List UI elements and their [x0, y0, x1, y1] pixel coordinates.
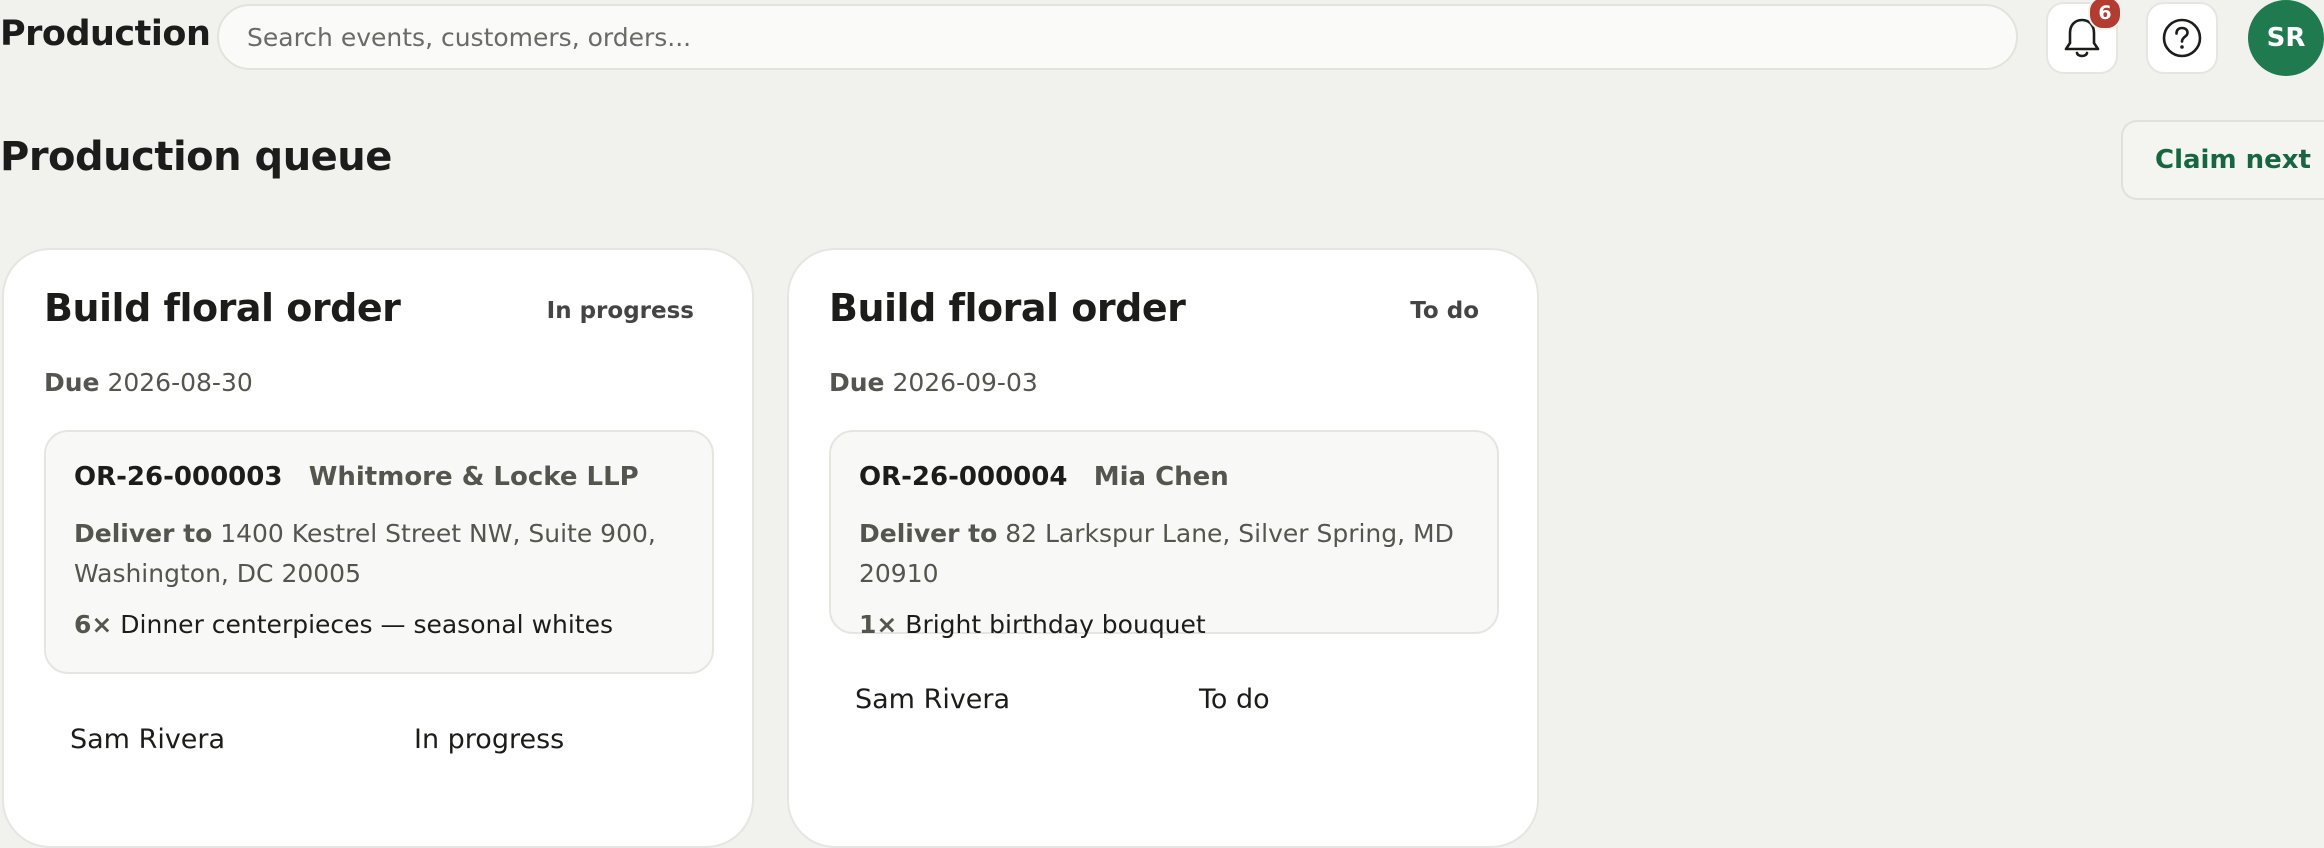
assignee-name: Sam Rivera [855, 684, 1011, 715]
help-button[interactable] [2146, 2, 2218, 74]
customer-name: Whitmore & Locke LLP [308, 462, 639, 492]
status-badge: To do [1410, 298, 1479, 324]
delivery-address: Deliver to 1400 Kestrel Street NW, Suite… [74, 514, 684, 594]
delivery-address: Deliver to 82 Larkspur Lane, Silver Spri… [859, 514, 1469, 594]
search-bar[interactable] [217, 4, 2018, 70]
customer-name: Mia Chen [1093, 462, 1229, 492]
order-header: OR-26-000003 Whitmore & Locke LLP [74, 460, 684, 494]
app-title: Production [0, 14, 211, 54]
order-summary[interactable]: OR-26-000003 Whitmore & Locke LLP Delive… [44, 430, 714, 674]
claim-next-button[interactable]: Claim next [2121, 120, 2324, 200]
due-date: Due 2026-09-03 [829, 368, 1038, 397]
user-avatar[interactable]: SR [2248, 0, 2324, 76]
task-status-text: In progress [414, 724, 565, 755]
due-value: 2026-09-03 [892, 368, 1038, 397]
task-status-text: To do [1199, 684, 1270, 715]
deliver-label: Deliver to [859, 519, 998, 548]
task-card[interactable]: Build floral order In progress Due 2026-… [2, 248, 754, 848]
notifications-button[interactable]: 6 [2046, 0, 2122, 74]
deliver-label: Deliver to [74, 519, 213, 548]
assignee-name: Sam Rivera [70, 724, 226, 755]
order-header: OR-26-000004 Mia Chen [859, 460, 1469, 494]
item-name: Bright birthday bouquet [905, 610, 1206, 639]
search-input[interactable] [219, 6, 2016, 68]
order-item: 6× Dinner centerpieces — seasonal whites [74, 608, 684, 642]
item-quantity: 6× [74, 610, 113, 639]
due-value: 2026-08-30 [107, 368, 253, 397]
task-title: Build floral order [44, 286, 401, 330]
item-name: Dinner centerpieces — seasonal whites [120, 610, 614, 639]
item-quantity: 1× [859, 610, 898, 639]
notification-count-badge: 6 [2088, 0, 2122, 30]
order-summary[interactable]: OR-26-000004 Mia Chen Deliver to 82 Lark… [829, 430, 1499, 639]
top-bar: Production 6 SR [0, 0, 2324, 76]
order-id: OR-26-000003 [74, 462, 283, 492]
status-badge: In progress [546, 298, 694, 324]
due-label: Due [44, 368, 100, 397]
help-circle-icon [2162, 18, 2202, 58]
task-card[interactable]: Build floral order To do Due 2026-09-03 … [787, 248, 1539, 848]
page-title: Production queue [0, 134, 392, 180]
order-id: OR-26-000004 [859, 462, 1068, 492]
due-label: Due [829, 368, 885, 397]
order-item: 1× Bright birthday bouquet [859, 608, 1469, 642]
due-date: Due 2026-08-30 [44, 368, 253, 397]
task-title: Build floral order [829, 286, 1186, 330]
